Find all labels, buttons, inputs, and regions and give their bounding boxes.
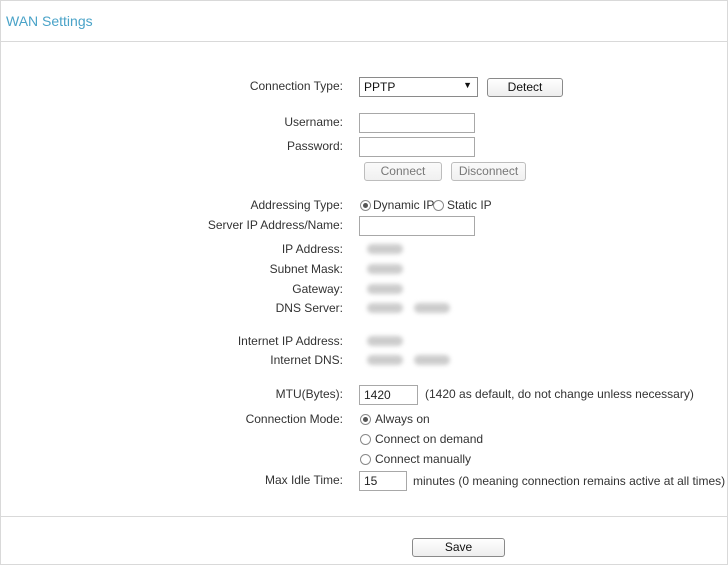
internet-ip-value-redacted	[367, 336, 403, 346]
connect-manually-label: Connect manually	[375, 452, 472, 466]
password-label: Password:	[286, 139, 343, 153]
server-ip-input[interactable]	[359, 216, 475, 236]
dynamic-ip-radio[interactable]	[360, 200, 371, 211]
max-idle-time-input[interactable]	[359, 471, 407, 491]
connection-type-label: Connection Type:	[249, 79, 343, 93]
addressing-type-label: Addressing Type:	[250, 198, 343, 212]
wan-settings-panel: WAN Settings Connection Type: PPTP ▼ Det…	[0, 0, 728, 565]
internet-dns-label: Internet DNS:	[270, 353, 343, 367]
dropdown-arrow-icon: ▼	[463, 80, 472, 90]
gateway-label: Gateway:	[292, 282, 343, 296]
footer-divider	[1, 516, 727, 517]
connect-manually-radio[interactable]	[360, 454, 371, 465]
static-ip-radio[interactable]	[433, 200, 444, 211]
subnet-mask-label: Subnet Mask:	[269, 262, 343, 276]
dynamic-ip-label: Dynamic IP	[373, 198, 435, 212]
internet-dns-primary-redacted	[367, 355, 403, 365]
password-input[interactable]	[359, 137, 475, 157]
connection-mode-label: Connection Mode:	[245, 412, 343, 426]
static-ip-label: Static IP	[447, 198, 492, 212]
mtu-label: MTU(Bytes):	[275, 387, 343, 401]
mtu-hint: (1420 as default, do not change unless n…	[425, 387, 694, 401]
connect-on-demand-radio[interactable]	[360, 434, 371, 445]
connection-type-select[interactable]: PPTP ▼	[359, 77, 478, 97]
connect-on-demand-label: Connect on demand	[375, 432, 484, 446]
save-button[interactable]: Save	[412, 538, 505, 557]
internet-dns-secondary-redacted	[414, 355, 450, 365]
connect-button[interactable]: Connect	[364, 162, 442, 181]
disconnect-button[interactable]: Disconnect	[451, 162, 526, 181]
dns-server-label: DNS Server:	[275, 301, 343, 315]
connection-type-value: PPTP	[364, 80, 396, 94]
dns-primary-value-redacted	[367, 303, 403, 313]
always-on-label: Always on	[375, 412, 430, 426]
max-idle-time-label: Max Idle Time:	[264, 473, 343, 487]
ip-address-label: IP Address:	[281, 242, 343, 256]
mtu-input[interactable]	[359, 385, 418, 405]
subnet-mask-value-redacted	[367, 264, 403, 274]
page-title: WAN Settings	[6, 13, 93, 29]
ip-address-value-redacted	[367, 244, 403, 254]
server-ip-label: Server IP Address/Name:	[207, 218, 343, 232]
panel-header: WAN Settings	[1, 1, 727, 42]
detect-button[interactable]: Detect	[487, 78, 563, 97]
dns-secondary-value-redacted	[414, 303, 450, 313]
internet-ip-label: Internet IP Address:	[237, 334, 343, 348]
max-idle-time-hint: minutes (0 meaning connection remains ac…	[413, 474, 726, 488]
gateway-value-redacted	[367, 284, 403, 294]
username-label: Username:	[284, 115, 343, 129]
username-input[interactable]	[359, 113, 475, 133]
always-on-radio[interactable]	[360, 414, 371, 425]
